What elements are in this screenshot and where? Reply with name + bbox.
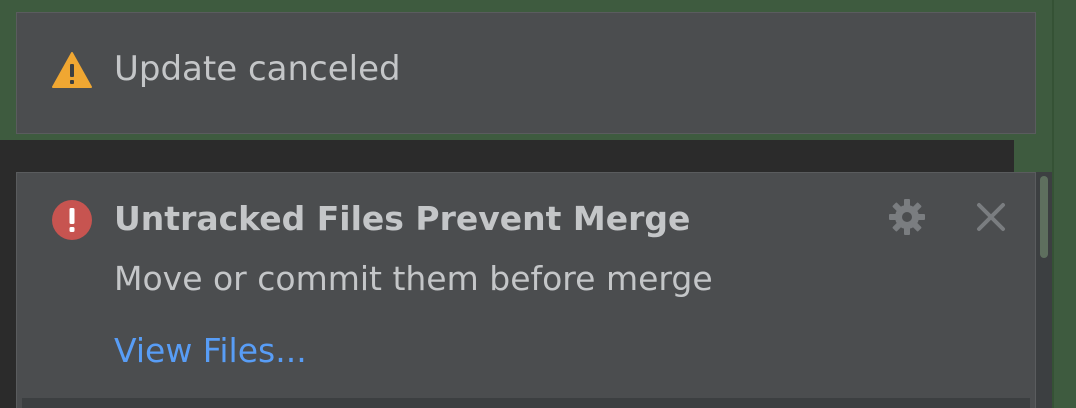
error-circle-icon xyxy=(52,200,92,240)
warning-triangle-icon xyxy=(52,52,92,88)
notification-title: Untracked Files Prevent Merge xyxy=(114,199,691,238)
notification-message: Move or commit them before merge xyxy=(114,259,713,298)
scrollbar-thumb[interactable] xyxy=(1040,176,1048,258)
view-files-link[interactable]: View Files... xyxy=(114,329,307,373)
warning-notification-text: Update canceled xyxy=(114,49,401,89)
gear-icon[interactable] xyxy=(885,195,929,239)
error-notification: Untracked Files Prevent Merge Move or co… xyxy=(16,172,1036,408)
background-divider xyxy=(1052,0,1054,408)
warning-notification: Update canceled xyxy=(16,12,1036,134)
close-icon[interactable] xyxy=(969,195,1013,239)
balloon-bottom-edge xyxy=(22,398,1030,408)
